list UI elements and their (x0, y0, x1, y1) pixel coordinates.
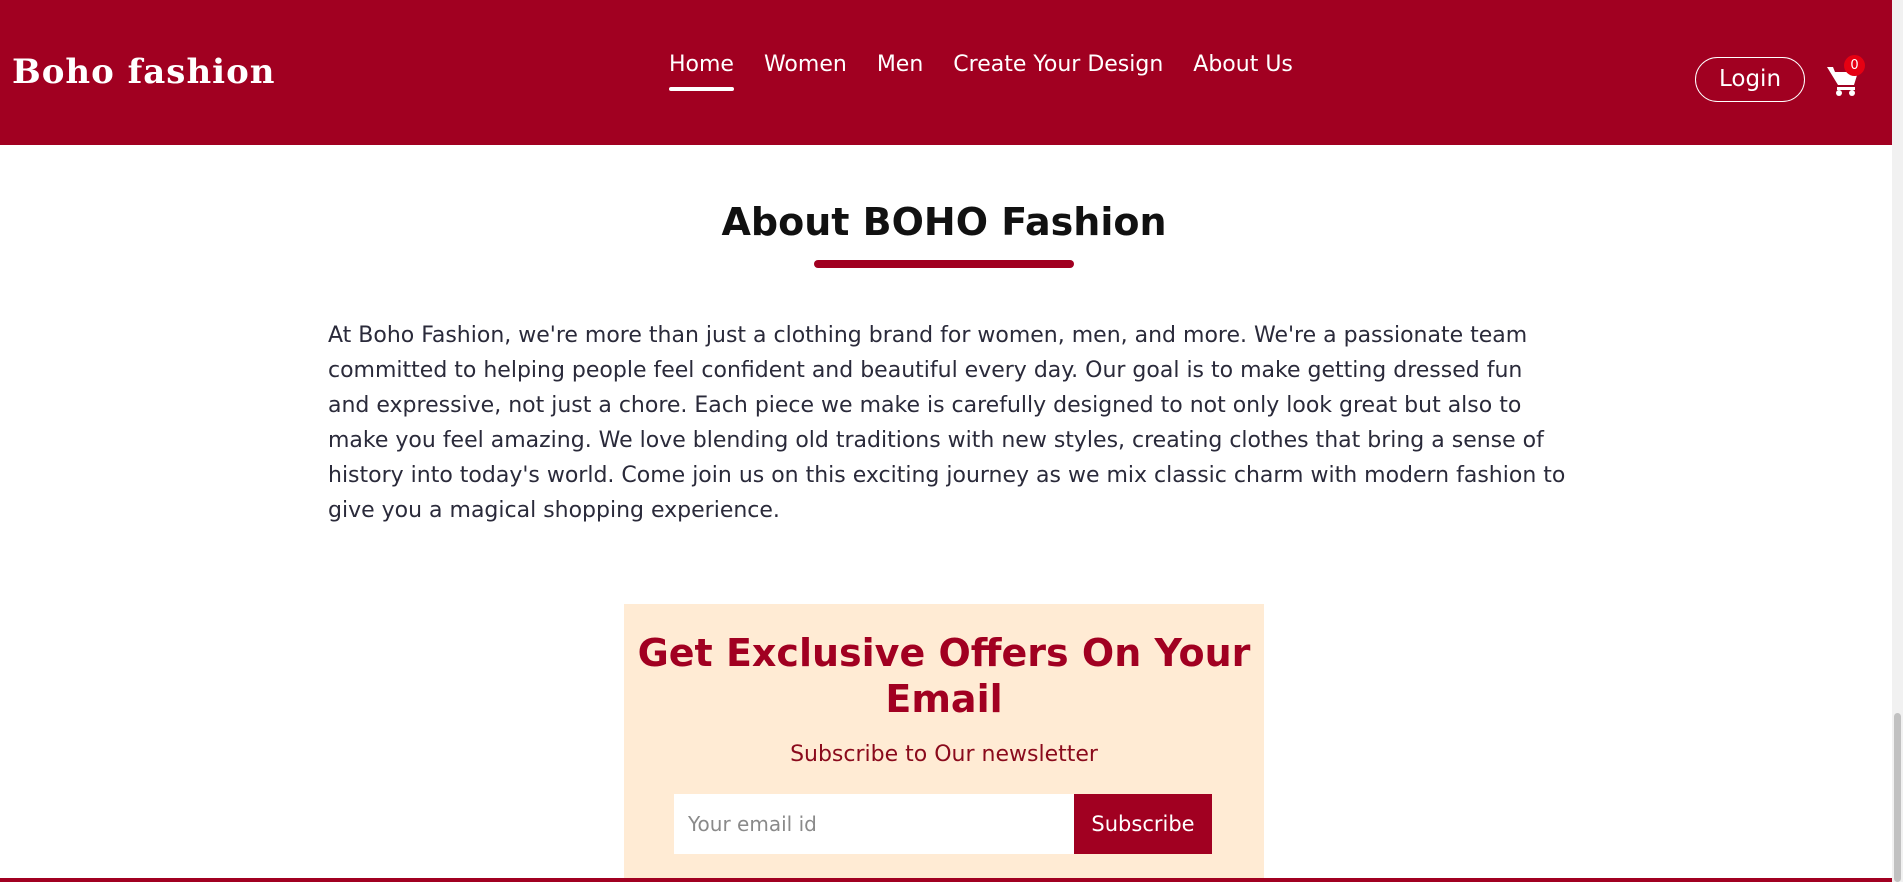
newsletter-title: Get Exclusive Offers On Your Email (637, 631, 1251, 721)
about-description: At Boho Fashion, we're more than just a … (328, 323, 1566, 523)
brand-logo[interactable]: Boho fashion (12, 52, 275, 92)
subscribe-button[interactable]: Subscribe (1074, 794, 1212, 854)
newsletter-box: Get Exclusive Offers On Your Email Subsc… (624, 604, 1264, 882)
email-input[interactable] (674, 794, 1074, 854)
scrollbar-thumb[interactable] (1894, 713, 1901, 882)
nav-about-us-link[interactable]: About Us (1193, 52, 1293, 77)
nav-women-link[interactable]: Women (764, 52, 847, 77)
cart-count-badge: 0 (1844, 55, 1865, 76)
login-button[interactable]: Login (1695, 57, 1805, 102)
page-scrollbar[interactable] (1892, 0, 1903, 882)
about-title: About BOHO Fashion (721, 200, 1167, 244)
title-underline (814, 260, 1074, 268)
main-nav: Home Women Men Create Your Design About … (669, 52, 1293, 91)
top-navbar: Boho fashion Home Women Men Create Your … (0, 0, 1892, 145)
nav-home-link[interactable]: Home (669, 52, 734, 91)
nav-create-your-design-link[interactable]: Create Your Design (953, 52, 1163, 77)
footer-top-border (0, 878, 1892, 882)
newsletter-subtitle: Subscribe to Our newsletter (790, 742, 1098, 767)
nav-men-link[interactable]: Men (877, 52, 923, 77)
